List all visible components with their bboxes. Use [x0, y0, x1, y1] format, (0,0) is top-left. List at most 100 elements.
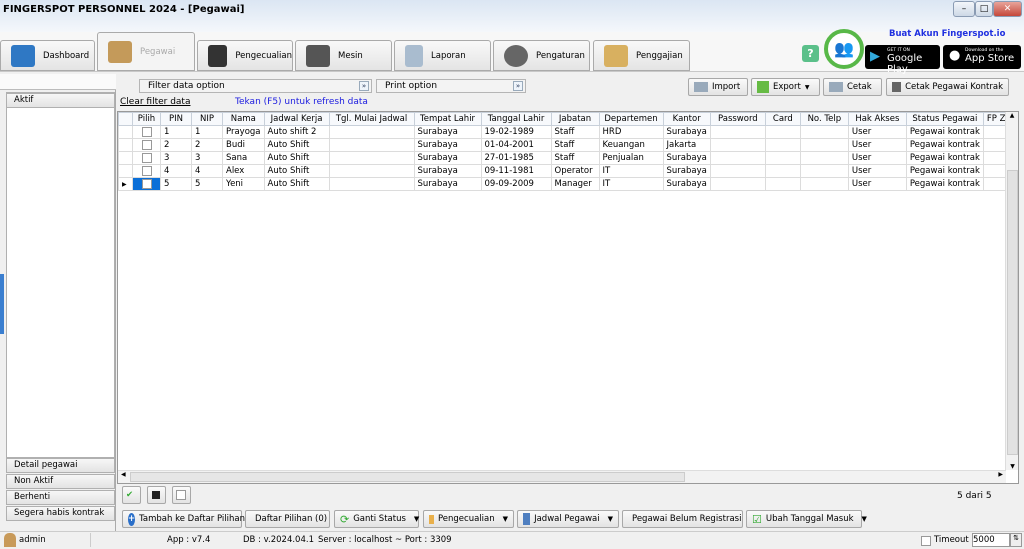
column-header[interactable]: Jadwal Kerja: [263, 112, 330, 126]
tambah-daftar-button[interactable]: + Tambah ke Daftar Pilihan: [122, 510, 245, 528]
pilih-checkbox-cell[interactable]: [132, 164, 161, 178]
cell-password[interactable]: [709, 164, 766, 178]
scroll-down-icon[interactable]: ▼: [1006, 463, 1018, 470]
tab-penggajian[interactable]: Penggajian: [593, 40, 690, 71]
cell-jadwal-kerja[interactable]: Auto Shift: [263, 164, 330, 178]
cell-kantor[interactable]: Jakarta: [662, 138, 711, 152]
scroll-thumb[interactable]: [1007, 170, 1018, 455]
cell-jabatan[interactable]: Operator: [550, 164, 600, 178]
cell-tgl-mulai-jadwal[interactable]: [328, 151, 415, 165]
column-header[interactable]: Card: [764, 112, 801, 126]
cell-nama[interactable]: Alex: [222, 164, 265, 178]
column-header[interactable]: Password: [709, 112, 766, 126]
scroll-left-icon[interactable]: ◀: [121, 471, 126, 478]
tab-pengecualian[interactable]: Pengecualian: [197, 40, 293, 71]
column-header[interactable]: Departemen: [598, 112, 664, 126]
column-header[interactable]: Tempat Lahir: [413, 112, 482, 126]
pilih-checkbox[interactable]: [141, 152, 152, 163]
cell-card[interactable]: [764, 125, 801, 139]
employee-grid[interactable]: Pilih PIN NIP Nama Jadwal Kerja Tgl. Mulai Ja…: [117, 111, 1019, 484]
filter-data-select[interactable]: Filter data option »: [139, 79, 372, 93]
ubah-tanggal-button[interactable]: ☑ Ubah Tanggal Masuk ▼: [746, 510, 867, 528]
cell-tgl-mulai-jadwal[interactable]: [328, 177, 415, 191]
cell-hak-akses[interactable]: User: [847, 151, 907, 165]
table-row[interactable]: ▶ 5 5 Yeni Auto Shift Surabaya 09-09-2009 Manag…: [118, 177, 1016, 191]
cell-tanggal-lahir[interactable]: 01-04-2001: [480, 138, 552, 152]
ganti-status-button[interactable]: ⟳ Ganti Status ▼: [334, 510, 419, 528]
cetak-kontrak-button[interactable]: Cetak Pegawai Kontrak: [886, 78, 1009, 96]
cell-hak-akses[interactable]: User: [847, 177, 907, 191]
check-all-button[interactable]: ✔: [122, 486, 141, 504]
cell-status-pegawai[interactable]: Pegawai kontrak: [905, 138, 984, 152]
cell-tanggal-lahir[interactable]: 09-11-1981: [480, 164, 552, 178]
left-item-berhenti[interactable]: Berhenti: [6, 490, 115, 505]
pilih-checkbox[interactable]: [141, 178, 152, 189]
cell-jadwal-kerja[interactable]: Auto Shift: [263, 138, 330, 152]
timeout-input[interactable]: [972, 533, 1010, 547]
cell-departemen[interactable]: IT: [598, 177, 664, 191]
cell-tgl-mulai-jadwal[interactable]: [328, 164, 415, 178]
column-header[interactable]: Tgl. Mulai Jadwal: [328, 112, 415, 126]
cell-tempat-lahir[interactable]: Surabaya: [413, 138, 482, 152]
cell-jabatan[interactable]: Manager: [550, 177, 600, 191]
cell-kantor[interactable]: Surabaya: [662, 164, 711, 178]
cell-hak-akses[interactable]: User: [847, 164, 907, 178]
column-header[interactable]: Tanggal Lahir: [480, 112, 552, 126]
cell-nip[interactable]: 3: [191, 151, 223, 165]
cell-tgl-mulai-jadwal[interactable]: [328, 138, 415, 152]
cell-hak-akses[interactable]: User: [847, 138, 907, 152]
left-item-non-aktif[interactable]: Non Aktif: [6, 474, 115, 489]
cell-tanggal-lahir[interactable]: 09-09-2009: [480, 177, 552, 191]
cell-no-telp[interactable]: [799, 164, 849, 178]
cell-password[interactable]: [709, 138, 766, 152]
cell-tanggal-lahir[interactable]: 19-02-1989: [480, 125, 552, 139]
table-row[interactable]: 1 1 Prayoga Auto shift 2 Surabaya 19-02-1989 S…: [118, 125, 1016, 139]
maximize-button[interactable]: □: [975, 1, 993, 17]
tab-pegawai[interactable]: Pegawai: [97, 32, 195, 71]
cell-tanggal-lahir[interactable]: 27-01-1985: [480, 151, 552, 165]
invert-selection-button[interactable]: [147, 486, 166, 504]
cell-password[interactable]: [709, 177, 766, 191]
fingerspot-group-icon[interactable]: 👥: [824, 29, 864, 69]
cell-status-pegawai[interactable]: Pegawai kontrak: [905, 151, 984, 165]
clear-filter-link[interactable]: Clear filter data: [120, 97, 190, 107]
status-list[interactable]: [6, 92, 115, 458]
cell-jadwal-kerja[interactable]: Auto Shift: [263, 177, 330, 191]
cell-no-telp[interactable]: [799, 138, 849, 152]
google-play-badge[interactable]: ▶ GET IT ON Google Play: [865, 45, 940, 75]
cell-pin[interactable]: 4: [160, 164, 192, 178]
cell-nama[interactable]: Yeni: [222, 177, 265, 191]
tab-mesin[interactable]: Mesin: [295, 40, 392, 71]
pilih-checkbox-cell[interactable]: [132, 125, 161, 139]
pilih-checkbox[interactable]: [141, 165, 152, 176]
pilih-checkbox-cell[interactable]: [132, 177, 161, 191]
cell-pin[interactable]: 1: [160, 125, 192, 139]
export-button[interactable]: Export ▼: [751, 78, 820, 96]
cell-jadwal-kerja[interactable]: Auto Shift: [263, 151, 330, 165]
panel-splitter[interactable]: [0, 274, 4, 334]
cell-tgl-mulai-jadwal[interactable]: [328, 125, 415, 139]
cell-nip[interactable]: 2: [191, 138, 223, 152]
pilih-checkbox-cell[interactable]: [132, 151, 161, 165]
cell-nip[interactable]: 1: [191, 125, 223, 139]
hscroll-thumb[interactable]: [130, 472, 685, 482]
cell-no-telp[interactable]: [799, 125, 849, 139]
uncheck-all-button[interactable]: [172, 486, 191, 504]
print-option-select[interactable]: Print option »: [376, 79, 526, 93]
cell-nama[interactable]: Sana: [222, 151, 265, 165]
column-header[interactable]: Kantor: [662, 112, 711, 126]
cell-tempat-lahir[interactable]: Surabaya: [413, 151, 482, 165]
daftar-pilihan-button[interactable]: Daftar Pilihan (0): [245, 510, 330, 528]
column-header[interactable]: Nama: [222, 112, 265, 126]
cell-password[interactable]: [709, 151, 766, 165]
pilih-checkbox[interactable]: [141, 139, 152, 150]
cell-card[interactable]: [764, 151, 801, 165]
cell-card[interactable]: [764, 177, 801, 191]
cell-password[interactable]: [709, 125, 766, 139]
table-row[interactable]: 2 2 Budi Auto Shift Surabaya 01-04-2001 Staff K…: [118, 138, 1016, 152]
cell-pin[interactable]: 5: [160, 177, 192, 191]
column-header[interactable]: PIN: [160, 112, 192, 126]
cell-pin[interactable]: 2: [160, 138, 192, 152]
cell-tempat-lahir[interactable]: Surabaya: [413, 125, 482, 139]
column-header[interactable]: NIP: [191, 112, 223, 126]
